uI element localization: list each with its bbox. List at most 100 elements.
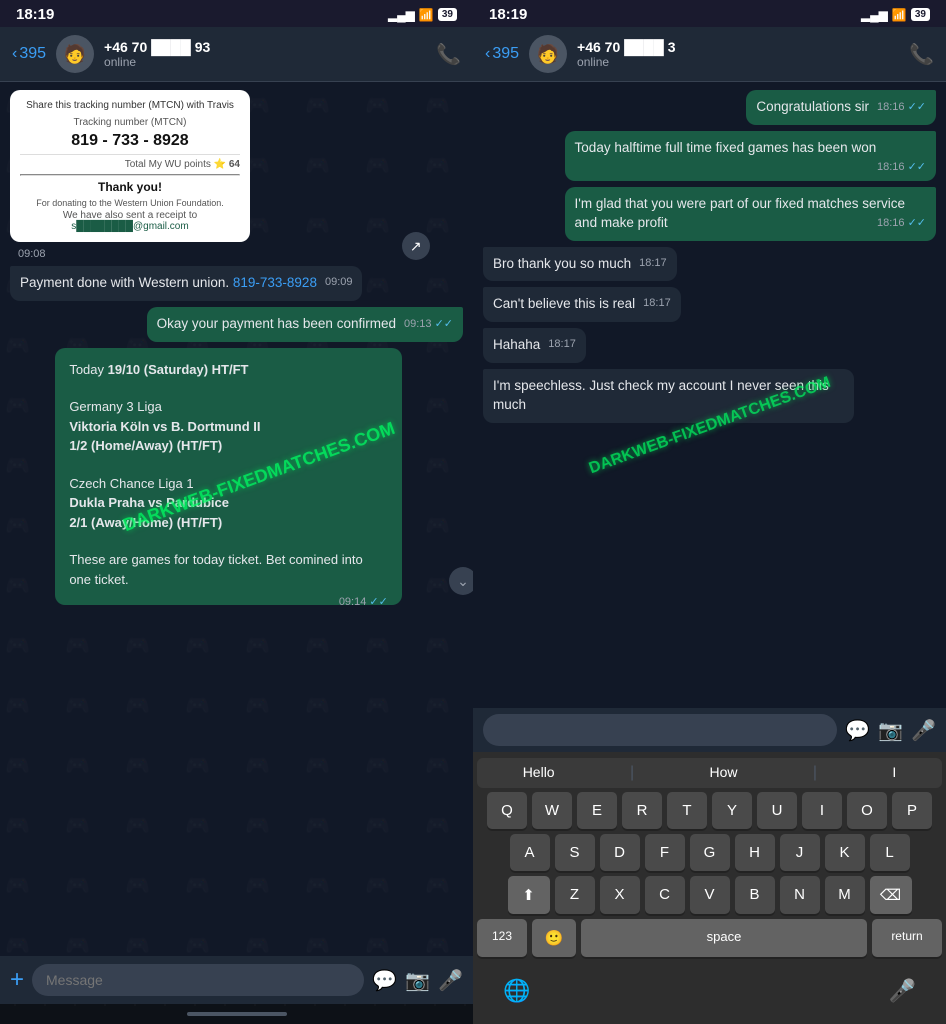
call-button[interactable]: 📞 <box>436 42 461 67</box>
wu-share-text: Share this tracking number (MTCN) with T… <box>20 100 240 111</box>
game-match2: Dukla Praha vs Pardubice <box>69 493 388 513</box>
right-contact-info: +46 70 ████ 3 online <box>577 39 899 69</box>
camera-icon[interactable]: 📷 <box>405 968 430 993</box>
right-chat-area: DARKWEB-FIXEDMATCHES.COM Congratulations… <box>473 82 946 708</box>
key-m[interactable]: M <box>825 876 865 914</box>
key-z[interactable]: Z <box>555 876 595 914</box>
game-match1: Viktoria Köln vs B. Dortmund II <box>69 417 388 437</box>
key-r[interactable]: R <box>622 792 662 829</box>
right-chevron-icon: ‹ <box>485 45 490 63</box>
wu-card: Share this tracking number (MTCN) with T… <box>10 90 250 242</box>
right-contact-avatar[interactable]: 🧑 <box>529 35 567 73</box>
key-l[interactable]: L <box>870 834 910 871</box>
key-w[interactable]: W <box>532 792 572 829</box>
key-k[interactable]: K <box>825 834 865 871</box>
bottom-bar: 🌐 🎤 <box>473 968 946 1024</box>
glad-text: I'm glad that you were part of our fixed… <box>575 196 905 230</box>
scroll-down-button[interactable]: ⌄ <box>449 567 473 595</box>
key-o[interactable]: O <box>847 792 887 829</box>
suggestion-hello[interactable]: Hello <box>523 764 555 782</box>
key-v[interactable]: V <box>690 876 730 914</box>
suggestion-i[interactable]: I <box>892 764 896 782</box>
keyboard-row-3: ⬆ Z X C V B N M ⌫ <box>477 876 942 914</box>
wifi-icon: 📶 <box>419 8 434 22</box>
glad-bubble: I'm glad that you were part of our fixed… <box>565 187 936 241</box>
signal-icon: ▂▄▆ <box>388 8 415 22</box>
left-chat-header: ‹ 395 🧑 +46 70 ████ 93 online 📞 <box>0 27 473 82</box>
right-phone-panel: 18:19 ▂▄▆ 📶 39 ‹ 395 🧑 +46 70 ████ 3 onl… <box>473 0 946 1024</box>
right-camera-icon[interactable]: 📷 <box>878 718 903 743</box>
shift-key[interactable]: ⬆ <box>508 876 550 914</box>
contact-avatar[interactable]: 🧑 <box>56 35 94 73</box>
contact-name: +46 70 ████ 93 <box>104 39 426 55</box>
right-back-count[interactable]: 395 <box>492 45 519 63</box>
key-c[interactable]: C <box>645 876 685 914</box>
key-q[interactable]: Q <box>487 792 527 829</box>
wu-email: We have also sent a receipt tos████████@… <box>20 210 240 232</box>
key-g[interactable]: G <box>690 834 730 871</box>
confirmed-text: Okay your payment has been confirmed <box>157 316 396 331</box>
key-n[interactable]: N <box>780 876 820 914</box>
halftime-text: Today halftime full time fixed games has… <box>575 140 877 155</box>
share-icon[interactable]: ↗ <box>402 232 430 260</box>
key-d[interactable]: D <box>600 834 640 871</box>
key-f[interactable]: F <box>645 834 685 871</box>
sticker-icon[interactable]: 💬 <box>372 968 397 993</box>
return-key[interactable]: return <box>872 919 942 957</box>
add-attachment-button[interactable]: + <box>10 966 24 994</box>
right-bubble-icon[interactable]: 💬 <box>845 718 870 743</box>
key-h[interactable]: H <box>735 834 775 871</box>
key-x[interactable]: X <box>600 876 640 914</box>
keyboard-row-1: Q W E R T Y U I O P <box>477 792 942 829</box>
glad-time: 18:16 ✓✓ <box>877 216 926 229</box>
emoji-key[interactable]: 🙂 <box>532 919 576 957</box>
suggestion-how[interactable]: How <box>710 764 738 782</box>
right-chat-header: ‹ 395 🧑 +46 70 ████ 3 online 📞 <box>473 27 946 82</box>
contact-info: +46 70 ████ 93 online <box>104 39 426 69</box>
backspace-key[interactable]: ⌫ <box>870 876 912 914</box>
back-button[interactable]: ‹ 395 <box>12 45 46 63</box>
globe-icon[interactable]: 🌐 <box>503 978 530 1004</box>
right-input-field[interactable] <box>483 714 837 746</box>
congrats-bubble: Congratulations sir 18:16 ✓✓ <box>746 90 936 125</box>
back-count[interactable]: 395 <box>19 45 46 63</box>
wu-thank-you: Thank you! <box>20 180 240 194</box>
key-e[interactable]: E <box>577 792 617 829</box>
key-u[interactable]: U <box>757 792 797 829</box>
home-indicator <box>0 1004 473 1024</box>
wu-card-time: 09:08 <box>18 248 46 260</box>
right-back-button[interactable]: ‹ 395 <box>485 45 519 63</box>
bottom-mic-icon[interactable]: 🎤 <box>889 978 916 1004</box>
game-card: Today 19/10 (Saturday) HT/FT Germany 3 L… <box>55 348 402 606</box>
space-key[interactable]: space <box>581 919 867 957</box>
key-t[interactable]: T <box>667 792 707 829</box>
msg-cant-believe: Can't believe this is real 18:17 <box>483 287 681 322</box>
key-p[interactable]: P <box>892 792 932 829</box>
mic-icon[interactable]: 🎤 <box>438 968 463 993</box>
right-sticker-bar: 💬 📷 🎤 <box>473 708 946 752</box>
battery-indicator: 39 <box>438 8 457 21</box>
right-call-button[interactable]: 📞 <box>909 42 934 67</box>
key-s[interactable]: S <box>555 834 595 871</box>
right-contact-status: online <box>577 55 899 69</box>
contact-status: online <box>104 55 426 69</box>
payment-time: 09:09 <box>325 276 353 288</box>
payment-link[interactable]: 819-733-8928 <box>233 275 317 290</box>
speechless-text: I'm speechless. Just check my account I … <box>493 378 829 412</box>
halftime-time: 18:16 ✓✓ <box>877 160 926 173</box>
game-result1: 1/2 (Home/Away) (HT/FT) <box>69 436 388 456</box>
left-message-input[interactable] <box>32 964 364 996</box>
msg-hahaha: Hahaha 18:17 <box>483 328 586 363</box>
right-mic-icon[interactable]: 🎤 <box>911 718 936 743</box>
key-y[interactable]: Y <box>712 792 752 829</box>
confirmed-bubble: Okay your payment has been confirmed 09:… <box>147 307 463 342</box>
key-i[interactable]: I <box>802 792 842 829</box>
bro-thanks-bubble: Bro thank you so much 18:17 <box>483 247 677 282</box>
cant-believe-text: Can't believe this is real <box>493 296 635 311</box>
key-j[interactable]: J <box>780 834 820 871</box>
key-a[interactable]: A <box>510 834 550 871</box>
wu-tracking-number: 819 - 733 - 8928 <box>20 132 240 150</box>
key-b[interactable]: B <box>735 876 775 914</box>
right-wifi-icon: 📶 <box>892 8 907 22</box>
num-key[interactable]: 123 <box>477 919 527 957</box>
